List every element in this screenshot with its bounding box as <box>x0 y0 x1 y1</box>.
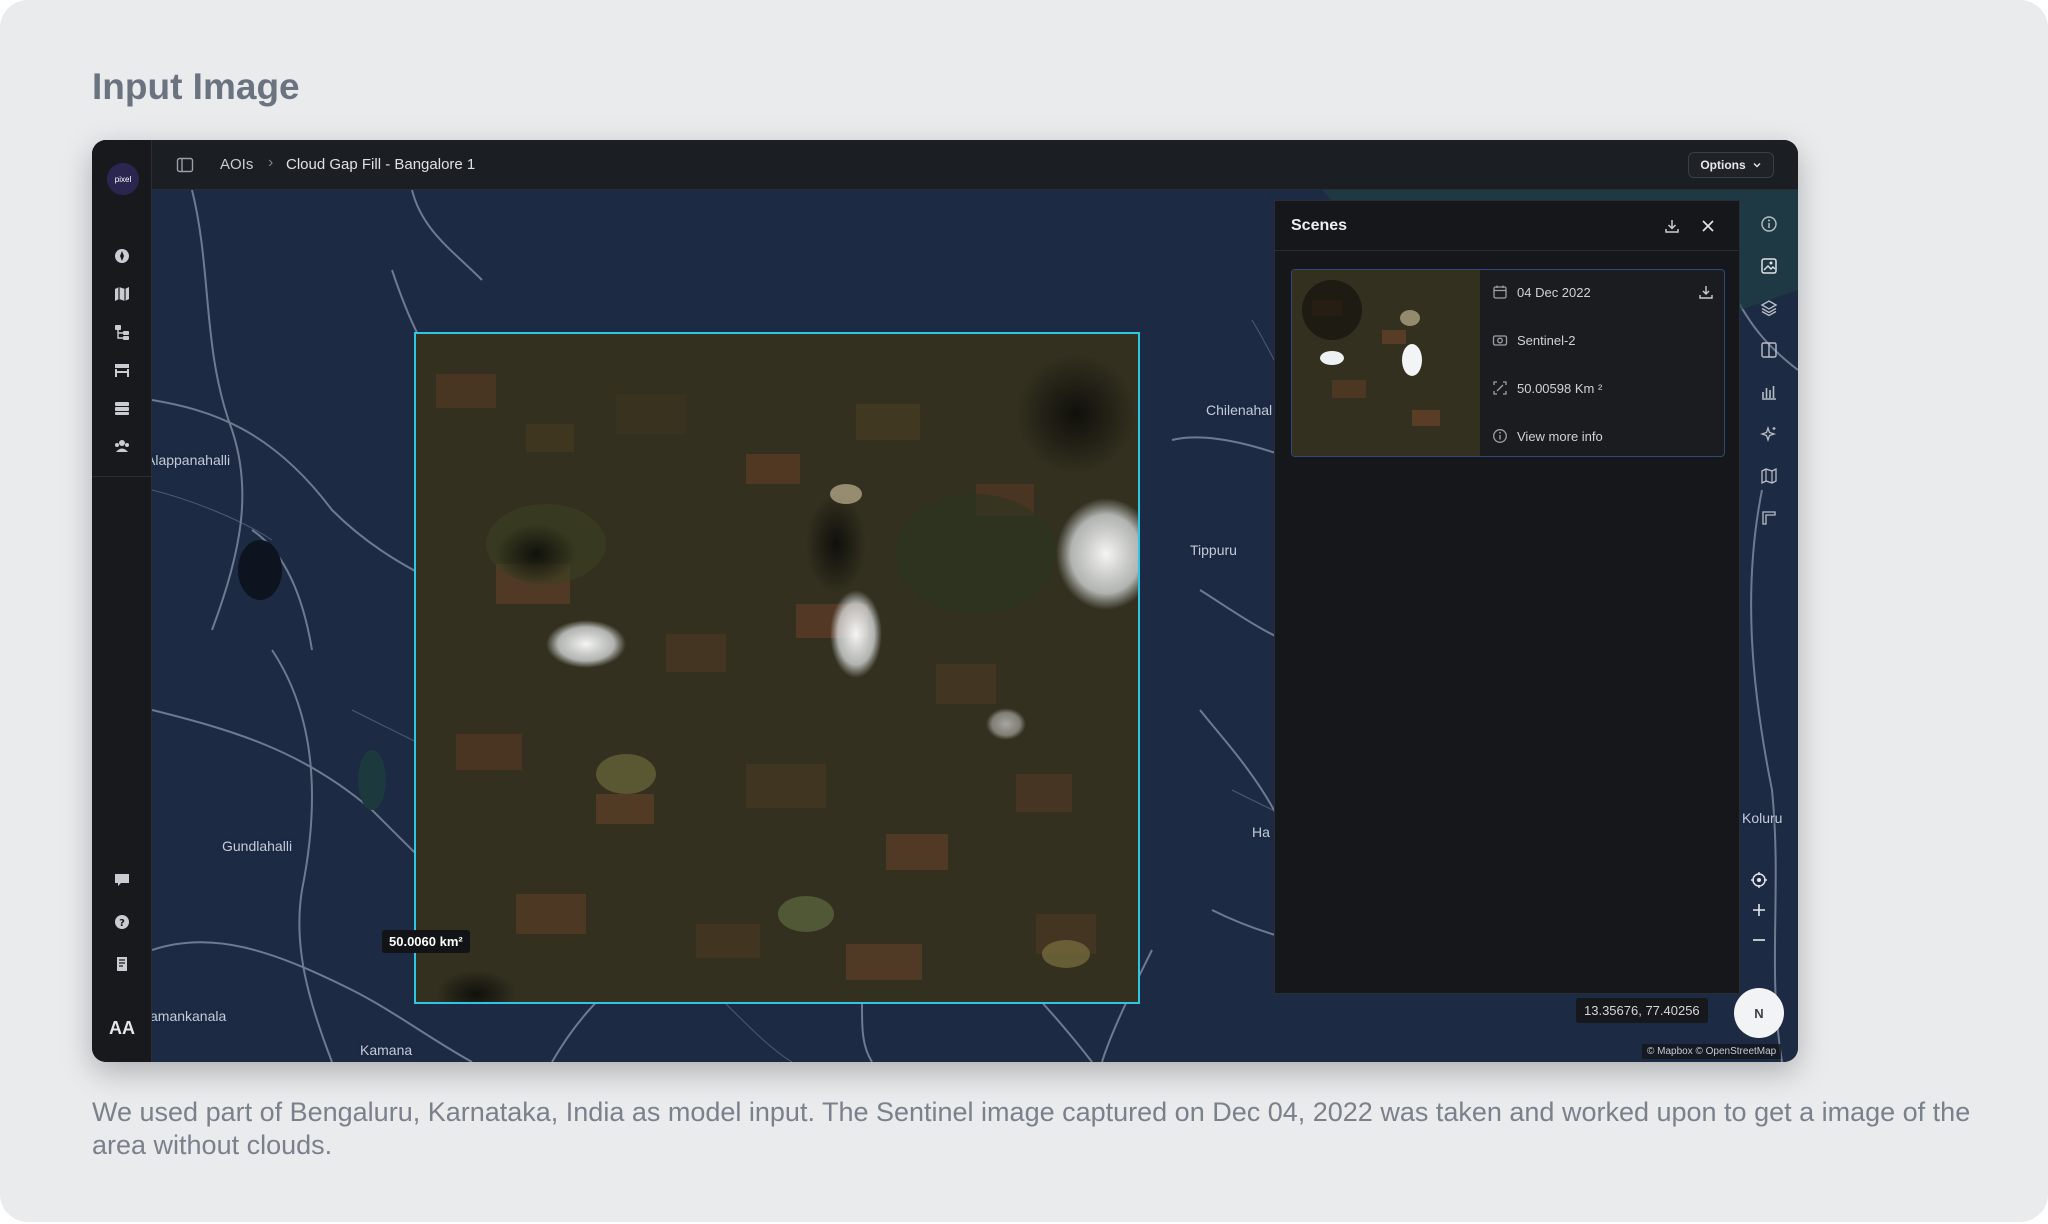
options-label: Options <box>1700 158 1746 172</box>
place-label: Ha <box>1252 824 1270 840</box>
scene-satellite-row: Sentinel-2 <box>1492 332 1576 348</box>
scene-area: 50.00598 Km ² <box>1517 380 1603 396</box>
top-bar: AOIs › Cloud Gap Fill - Bangalore 1 Opti… <box>152 140 1798 190</box>
area-icon <box>1493 381 1507 395</box>
pixel-logo[interactable]: pixel <box>107 163 139 195</box>
breadcrumb-separator: › <box>268 154 274 171</box>
place-label: amankanala <box>152 1008 227 1024</box>
scene-thumbnail <box>1292 270 1480 456</box>
view-more-info-link[interactable]: View more info <box>1492 428 1603 444</box>
scene-date-row: 04 Dec 2022 <box>1492 284 1591 300</box>
scenes-panel: Scenes 04 Dec 2022 Sentinel-2 50.00598 K… <box>1274 200 1740 994</box>
layers-icon[interactable] <box>1757 296 1781 320</box>
compass-label: N <box>1754 1005 1764 1021</box>
panel-toggle-icon[interactable] <box>176 156 194 174</box>
team-icon[interactable] <box>110 434 134 458</box>
download-icon[interactable] <box>1663 217 1681 235</box>
help-icon[interactable]: ? <box>110 910 134 934</box>
ruler-icon[interactable] <box>1757 506 1781 530</box>
scene-card[interactable]: 04 Dec 2022 Sentinel-2 50.00598 Km ² Vie… <box>1291 269 1725 457</box>
map-icon[interactable] <box>1757 464 1781 488</box>
workflow-icon[interactable] <box>110 320 134 344</box>
sidebar-divider <box>92 476 152 477</box>
breadcrumb-aois[interactable]: AOIs <box>220 156 253 173</box>
card-title: Input Image <box>92 66 300 107</box>
map-attribution[interactable]: © Mapbox © OpenStreetMap <box>1642 1044 1782 1059</box>
split-view-icon[interactable] <box>1757 338 1781 362</box>
map-icon[interactable] <box>110 282 134 306</box>
svg-text:?: ? <box>119 918 125 929</box>
options-button[interactable]: Options <box>1688 152 1774 178</box>
scenes-header: Scenes <box>1275 201 1739 251</box>
place-label: Gundlahalli <box>222 838 293 854</box>
locate-icon[interactable] <box>1744 866 1774 894</box>
place-label: Alappanahalli <box>152 452 231 468</box>
left-sidebar: pixel ? AA <box>92 140 152 1062</box>
place-label: Tippuru <box>1190 542 1237 558</box>
chevron-down-icon <box>1753 163 1761 168</box>
scene-area-row: 50.00598 Km ² <box>1492 380 1602 396</box>
image-layer-icon[interactable] <box>1757 254 1781 278</box>
user-avatar[interactable]: AA <box>104 1010 140 1046</box>
info-icon[interactable] <box>1757 212 1781 236</box>
docs-icon[interactable] <box>110 952 134 976</box>
store-icon[interactable] <box>110 358 134 382</box>
place-label: Kamana <box>360 1042 413 1058</box>
satellite-texture <box>416 334 1138 1002</box>
close-icon[interactable] <box>1699 217 1717 235</box>
view-more-info-label: View more info <box>1517 428 1603 444</box>
compass-icon[interactable] <box>110 244 134 268</box>
place-label: Chilenahal <box>1206 402 1273 418</box>
scene-satellite: Sentinel-2 <box>1517 332 1576 348</box>
calendar-icon <box>1493 285 1507 299</box>
zoom-out-icon[interactable] <box>1744 926 1774 954</box>
camera-icon <box>1492 335 1508 346</box>
input-image-card: Input Image pixel ? AA AOIs › Cloud Gap … <box>0 0 2048 1222</box>
caption-text: We used part of Bengaluru, Karnataka, In… <box>92 1097 1971 1160</box>
scene-date: 04 Dec 2022 <box>1517 284 1591 300</box>
zoom-controls <box>1744 866 1774 956</box>
scenes-title: Scenes <box>1291 217 1348 234</box>
chart-icon[interactable] <box>1757 380 1781 404</box>
app-window: pixel ? AA AOIs › Cloud Gap Fill - Banga… <box>92 140 1798 1062</box>
breadcrumb-current: Cloud Gap Fill - Bangalore 1 <box>286 156 476 173</box>
database-icon[interactable] <box>110 396 134 420</box>
aoi-area-label: 50.0060 km² <box>382 930 470 953</box>
zoom-in-icon[interactable] <box>1744 896 1774 924</box>
coordinates-readout: 13.35676, 77.40256 <box>1576 998 1708 1023</box>
sparkle-icon[interactable] <box>1757 422 1781 446</box>
feedback-icon[interactable] <box>110 868 134 892</box>
scene-download-icon[interactable] <box>1698 284 1714 300</box>
aoi-satellite-image[interactable] <box>414 332 1140 1004</box>
info-icon <box>1493 429 1507 443</box>
compass-icon[interactable]: N <box>1734 988 1784 1038</box>
